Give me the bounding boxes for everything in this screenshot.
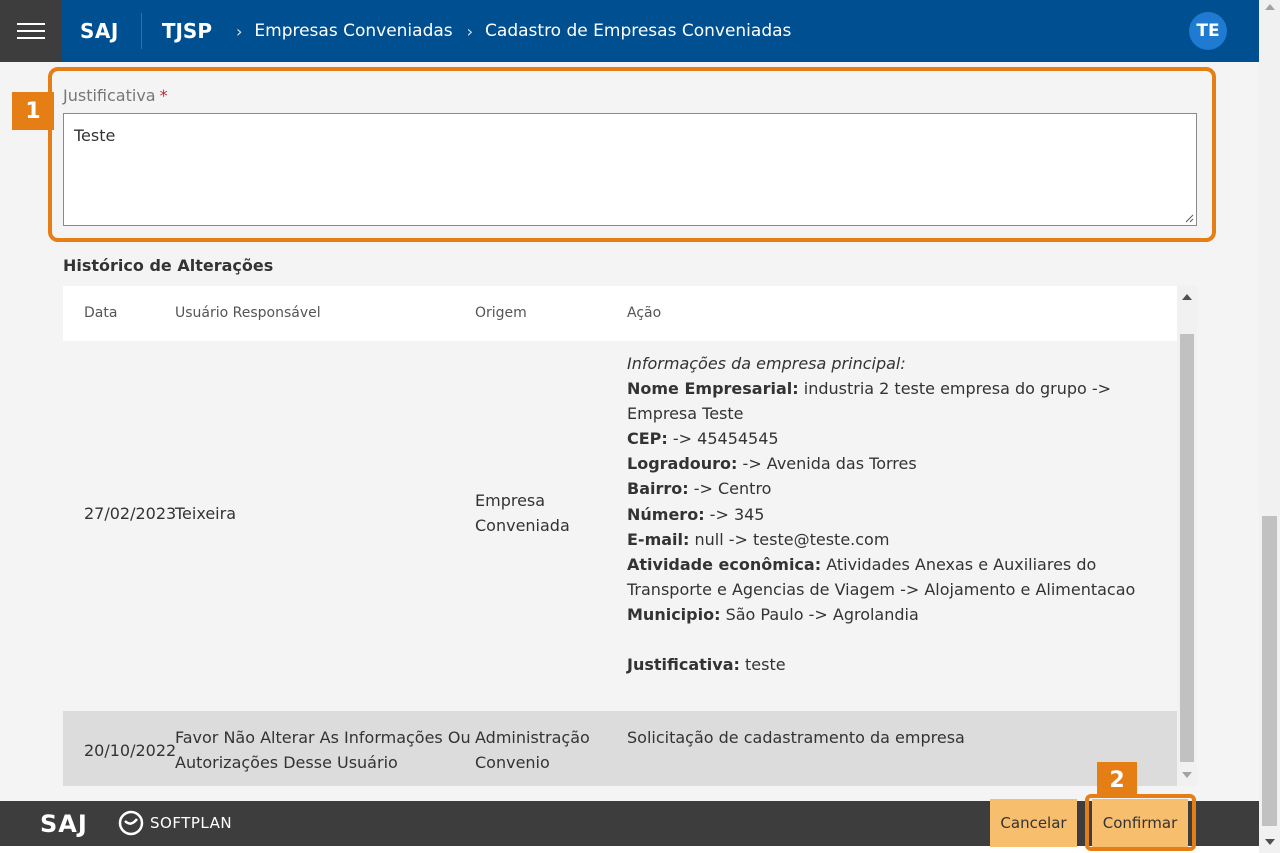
chevron-right-icon: › <box>466 21 474 41</box>
action-value: -> 45454545 <box>667 429 779 449</box>
footer-softplan-logo: SOFTPLAN <box>118 810 232 836</box>
scroll-up-icon[interactable] <box>1182 294 1192 300</box>
history-table: Data Usuário Responsável Origem Ação 27/… <box>63 286 1197 786</box>
scroll-up-icon[interactable] <box>1265 4 1275 10</box>
table-row: 27/02/2023 Teixeira Empresa Conveniada I… <box>63 341 1177 711</box>
cell-date: 20/10/2022 <box>84 741 177 760</box>
action-value: -> Avenida das Torres <box>737 454 917 474</box>
action-label: CEP: <box>627 429 668 449</box>
top-bar: SAJ TJSP › Empresas Conveniadas › Cadast… <box>0 0 1259 62</box>
action-label: Atividade econômica: <box>627 554 822 574</box>
cell-origin: Empresa Conveniada <box>475 491 570 535</box>
action-label: Bairro: <box>627 479 689 499</box>
history-title: Histórico de Alterações <box>63 256 274 275</box>
footer-saj-logo: SAJ <box>40 810 88 838</box>
cell-origin: Administração Convenio <box>475 728 590 772</box>
column-header-origem[interactable]: Origem <box>475 305 527 321</box>
table-header: Data Usuário Responsável Origem Ação <box>63 286 1177 341</box>
scroll-down-icon[interactable] <box>1182 772 1192 778</box>
menu-icon[interactable] <box>0 0 62 62</box>
softplan-logo-icon <box>118 810 144 836</box>
cell-action: Solicitação de cadastramento da empresa <box>627 728 965 747</box>
softplan-text: SOFTPLAN <box>150 814 233 832</box>
step-marker-1: 1 <box>12 92 54 130</box>
column-header-data[interactable]: Data <box>84 305 117 321</box>
chevron-right-icon: › <box>235 21 243 41</box>
breadcrumb-empresas[interactable]: Empresas Conveniadas <box>254 21 452 41</box>
breadcrumb-cadastro: Cadastro de Empresas Conveniadas <box>485 21 792 41</box>
action-label: E-mail: <box>627 529 690 549</box>
column-header-acao[interactable]: Ação <box>627 305 661 321</box>
column-header-usuario[interactable]: Usuário Responsável <box>175 305 321 321</box>
action-value: São Paulo -> Agrolandia <box>720 604 919 624</box>
brand-logo[interactable]: SAJ <box>80 19 119 43</box>
step-marker-2: 2 <box>1097 762 1137 798</box>
page-scrollbar[interactable] <box>1259 0 1280 853</box>
action-value: -> Centro <box>688 479 772 499</box>
action-label: Logradouro: <box>627 454 738 474</box>
highlight-box-1 <box>48 67 1216 242</box>
action-label: Municipio: <box>627 604 721 624</box>
action-label: Nome Empresarial: <box>627 379 799 399</box>
brand-divider <box>140 13 142 49</box>
cell-user: Teixeira <box>175 504 236 523</box>
bottom-strip <box>0 846 1259 853</box>
action-label: Justificativa: <box>627 655 740 675</box>
cell-action: Informações da empresa principal: Nome E… <box>627 351 1167 677</box>
tenant-name: TJSP <box>161 19 212 43</box>
table-row: 20/10/2022 Favor Não Alterar As Informaç… <box>63 711 1177 786</box>
cell-date: 27/02/2023 <box>84 504 177 523</box>
highlight-box-2 <box>1085 794 1196 851</box>
table-scrollbar[interactable] <box>1177 286 1197 786</box>
user-avatar[interactable]: TE <box>1189 12 1227 50</box>
table-scroll-thumb[interactable] <box>1180 334 1194 762</box>
action-value: teste <box>739 655 786 675</box>
action-intro: Informações da empresa principal: <box>627 354 906 373</box>
action-label: Número: <box>627 504 705 524</box>
page-scroll-thumb[interactable] <box>1262 516 1277 826</box>
action-value: null -> teste@teste.com <box>689 529 890 549</box>
cell-user: Favor Não Alterar As Informações Ou Auto… <box>175 728 471 772</box>
scroll-down-icon[interactable] <box>1265 839 1275 845</box>
cancel-button[interactable]: Cancelar <box>990 799 1077 847</box>
action-value: -> 345 <box>704 504 765 524</box>
